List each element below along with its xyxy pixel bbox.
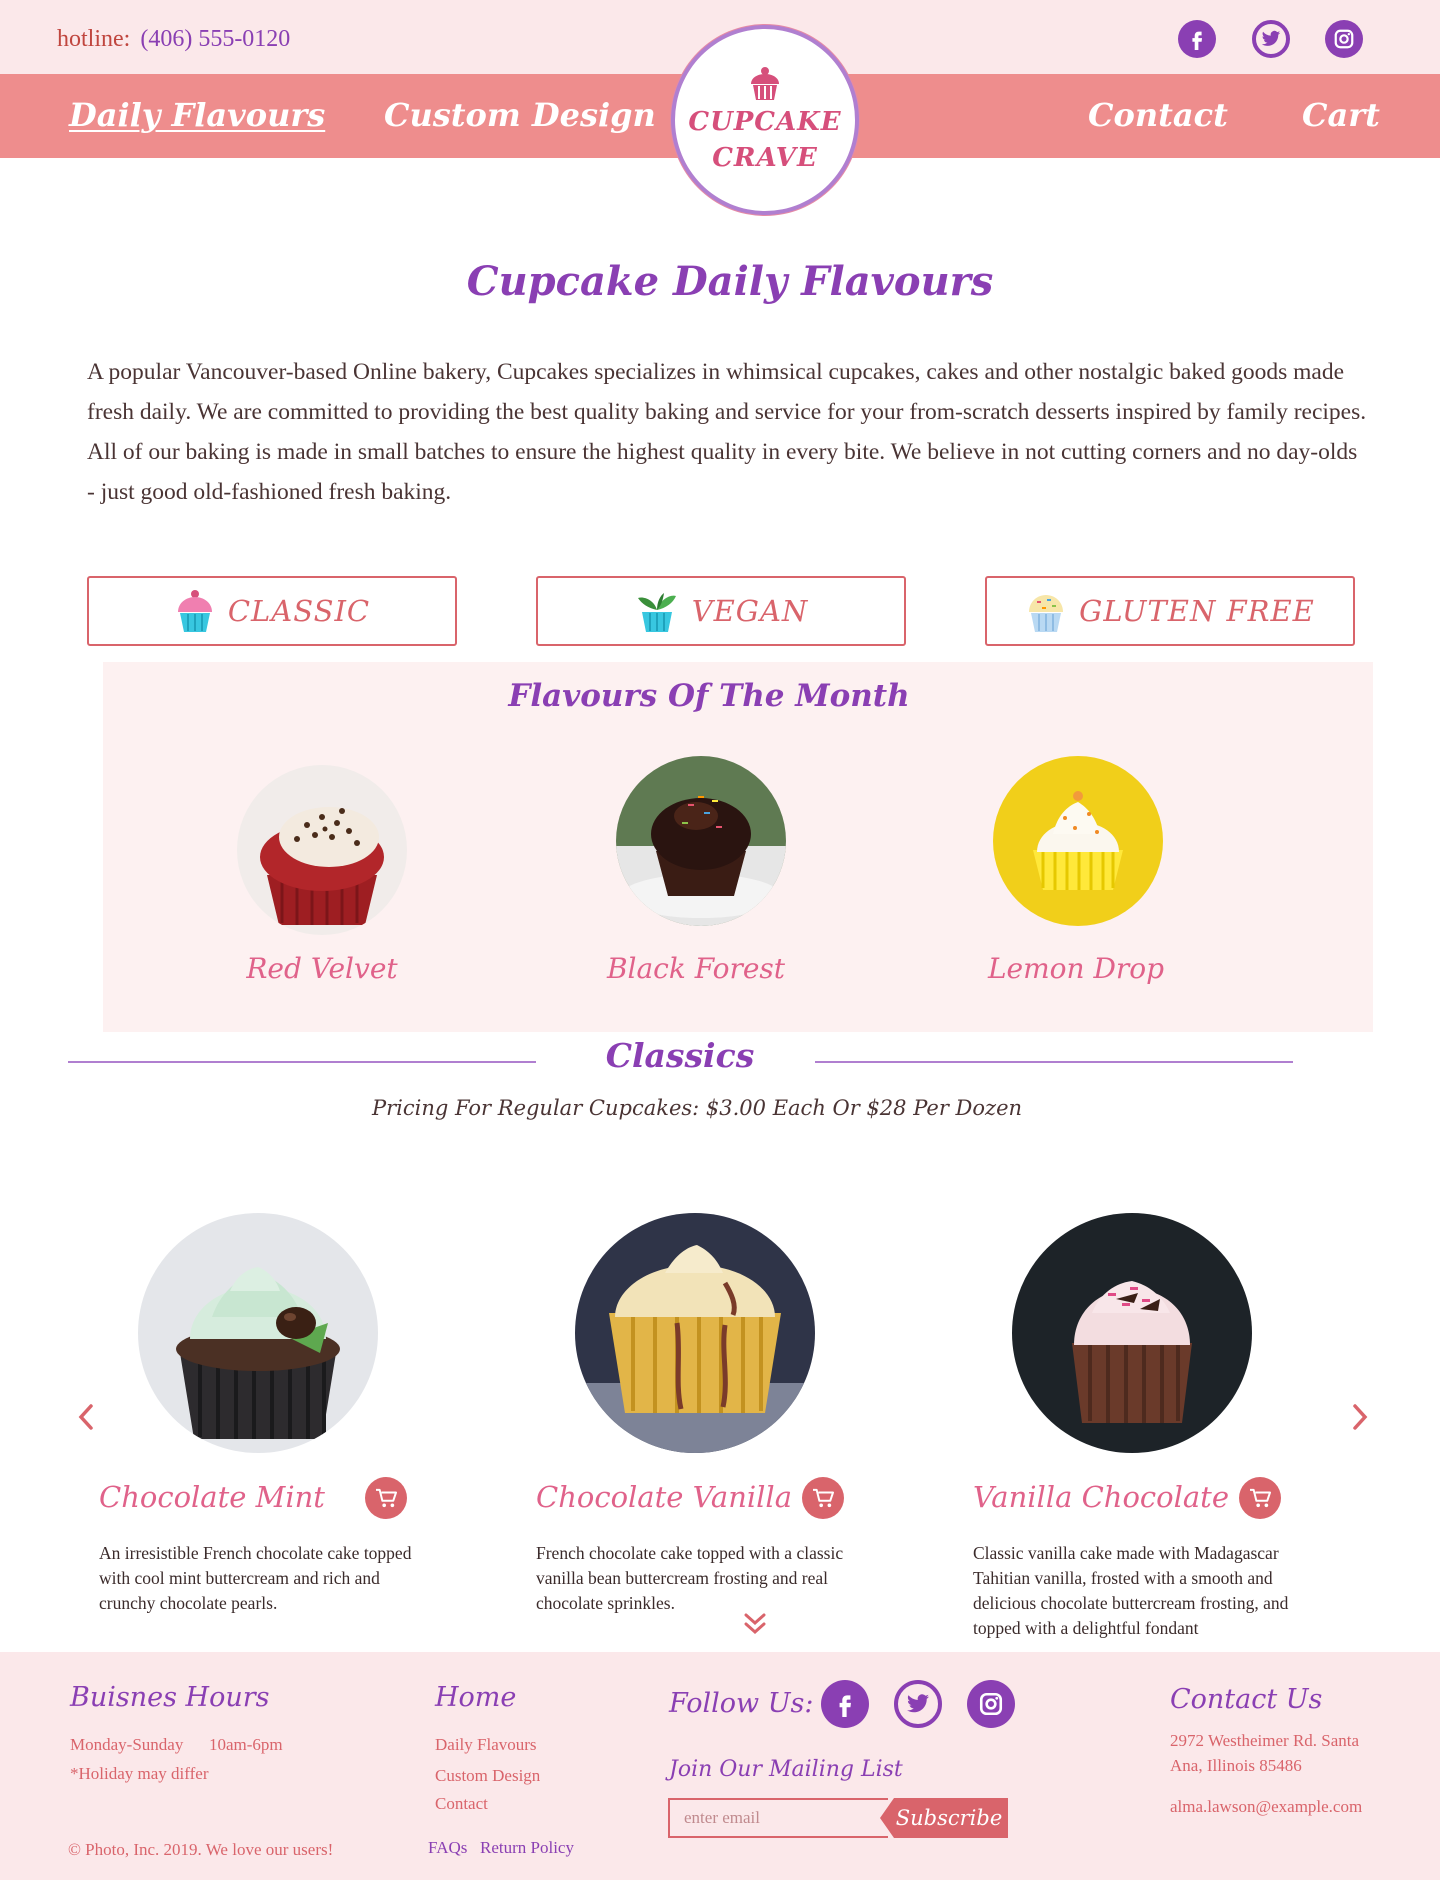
carousel-prev-arrow-icon[interactable] [71,1402,101,1432]
intro-paragraph: A popular Vancouver-based Online bakery,… [87,359,1367,505]
follow-us-title: Follow Us: [669,1688,814,1719]
footer-instagram-icon[interactable] [967,1680,1015,1728]
add-to-cart-chocolate-vanilla-button[interactable] [802,1477,844,1519]
hotline-label: hotline: [57,26,131,52]
flavour-name-black-forest[interactable]: Black Forest [546,952,846,985]
category-vegan-label: VEGAN [691,594,809,628]
cupcake-logo-icon [751,67,779,100]
logo[interactable]: CUPCAKE CRAVE [671,25,859,215]
logo-line-1: CUPCAKE [688,107,842,137]
subscribe-button[interactable]: Subscribe [880,1798,1008,1838]
nav-daily-flavours[interactable]: Daily Flavours [69,96,325,134]
divider-line-right [815,1061,1293,1063]
product-name-vanilla-chocolate[interactable]: Vanilla Chocolate [973,1480,1229,1514]
hotline: hotline: (406) 555-0120 [57,26,290,53]
business-hours-days: Monday-Sunday [70,1735,184,1754]
instagram-icon[interactable] [1325,20,1363,58]
flavour-name-red-velvet[interactable]: Red Velvet [172,952,472,985]
footer-link-contact[interactable]: Contact [435,1794,488,1814]
footer-twitter-icon[interactable] [894,1680,942,1728]
product-description-vanilla-chocolate: Classic vanilla cake made with Madagasca… [973,1543,1289,1638]
flavours-of-month-panel: Flavours Of The Month Red Velvet Black F… [103,662,1373,1032]
business-hours-time: 10am-6pm [209,1735,283,1754]
chocolate-mint-image[interactable] [138,1213,378,1453]
logo-line-2: CRAVE [712,143,818,173]
footer-link-custom-design[interactable]: Custom Design [435,1766,540,1786]
red-velvet-image[interactable] [237,765,407,935]
business-hours-title: Buisnes Hours [70,1682,270,1713]
add-to-cart-vanilla-chocolate-button[interactable] [1239,1477,1281,1519]
cart-icon [813,1488,834,1508]
copyright-text: © Photo, Inc. 2019. We love our users! [68,1840,334,1859]
twitter-icon[interactable] [1252,20,1290,58]
lemon-drop-image[interactable] [993,756,1163,926]
vanilla-chocolate-image[interactable] [1012,1213,1252,1453]
footer-link-faqs[interactable]: FAQs [428,1838,467,1858]
product-name-chocolate-vanilla[interactable]: Chocolate Vanilla [536,1480,792,1514]
category-classic-label: CLASSIC [227,594,371,628]
email-input[interactable] [668,1798,888,1838]
category-classic-button[interactable]: CLASSIC [87,576,457,646]
sprinkle-cupcake-icon [1029,595,1064,632]
hotline-number[interactable]: (406) 555-0120 [140,26,290,52]
contact-address: 2972 Westheimer Rd. Santa Ana, Illinois … [1170,1731,1360,1775]
product-name-chocolate-mint[interactable]: Chocolate Mint [99,1480,325,1514]
flavour-name-lemon-drop[interactable]: Lemon Drop [926,952,1226,985]
cart-icon [1250,1488,1271,1508]
add-to-cart-chocolate-mint-button[interactable] [365,1477,407,1519]
footer-link-return-policy[interactable]: Return Policy [480,1838,574,1858]
nav-custom-design[interactable]: Custom Design [384,96,656,134]
category-vegan-button[interactable]: VEGAN [536,576,906,646]
contact-us-title: Contact Us [1170,1684,1323,1715]
chocolate-vanilla-image[interactable] [575,1213,815,1453]
divider-line-left [68,1061,536,1063]
footer-facebook-icon[interactable] [821,1680,869,1728]
category-gluten-free-label: GLUTEN FREE [1079,594,1315,628]
business-hours-note: *Holiday may differ [70,1764,209,1783]
carousel-next-arrow-icon[interactable] [1345,1402,1375,1432]
black-forest-image[interactable] [616,756,786,926]
mailing-list-title: Join Our Mailing List [669,1757,903,1782]
nav-cart[interactable]: Cart [1302,96,1380,134]
scroll-down-chevron-icon[interactable] [742,1612,768,1636]
product-description-chocolate-vanilla: French chocolate cake topped with a clas… [536,1543,844,1613]
cart-icon [376,1488,397,1508]
category-gluten-free-button[interactable]: GLUTEN FREE [985,576,1355,646]
footer-link-daily-flavours[interactable]: Daily Flavours [435,1735,537,1755]
nav-contact[interactable]: Contact [1088,96,1228,134]
classics-title: Classics [605,1036,755,1075]
pricing-text: Pricing For Regular Cupcakes: $3.00 Each… [371,1096,1023,1120]
contact-email-link[interactable]: alma.lawson@example.com [1170,1797,1362,1817]
flavours-of-month-title: Flavours Of The Month [508,678,910,714]
plant-cupcake-icon [637,593,676,632]
facebook-icon[interactable] [1178,20,1216,58]
page-title: Cupcake Daily Flavours [466,258,994,305]
pink-cupcake-icon [177,590,212,632]
footer-home-title[interactable]: Home [435,1682,516,1713]
product-description-chocolate-mint: An irresistible French chocolate cake to… [99,1543,412,1613]
